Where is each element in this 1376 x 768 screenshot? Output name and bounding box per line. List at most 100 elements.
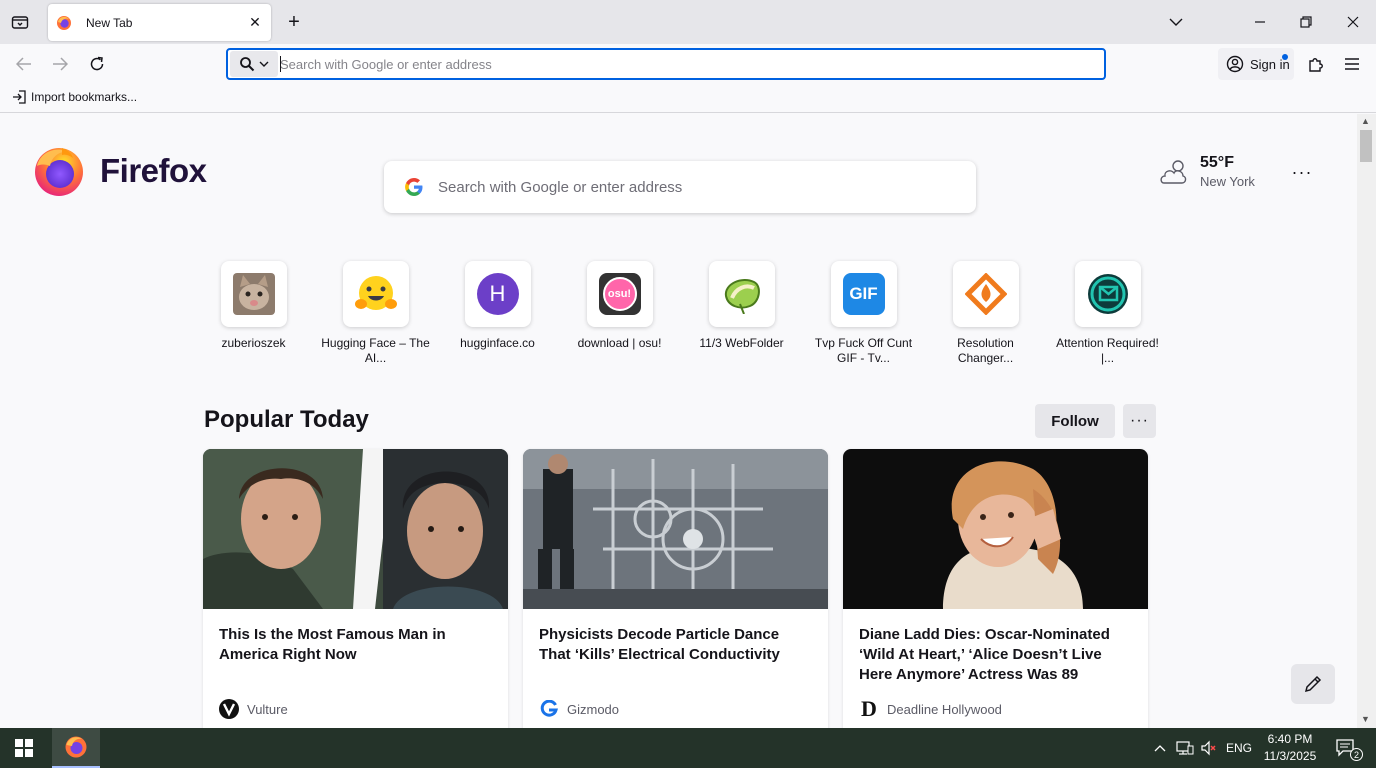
top-site-tile[interactable]: Attention Required! |... — [1047, 261, 1168, 366]
story-card[interactable]: This Is the Most Famous Man in America R… — [203, 449, 508, 728]
story-source: Gizmodo — [539, 699, 619, 719]
firefox-logo: Firefox — [32, 144, 207, 198]
windows-start-icon[interactable] — [0, 728, 48, 768]
page-scrollbar[interactable]: ▲ ▼ — [1357, 114, 1376, 728]
cloudy-weather-icon — [1160, 159, 1187, 184]
resolution-changer-icon — [952, 261, 1019, 327]
top-site-tile[interactable]: zuberioszek — [193, 261, 314, 351]
chevron-down-icon — [259, 61, 269, 67]
new-tab-plus-icon[interactable]: + — [282, 10, 306, 34]
import-bookmarks-button[interactable]: Import bookmarks... — [12, 90, 137, 104]
top-site-label: Resolution Changer... — [957, 336, 1014, 365]
import-icon — [13, 90, 26, 104]
close-window-icon[interactable] — [1339, 8, 1367, 36]
gif-badge: GIF — [842, 273, 885, 315]
input-language[interactable]: ENG — [1222, 728, 1256, 768]
story-card[interactable]: Physicists Decode Particle Dance That ‘K… — [523, 449, 828, 728]
newtab-search-box[interactable]: Search with Google or enter address — [384, 161, 976, 213]
clock-date: 11/3/2025 — [1263, 749, 1317, 763]
close-tab-icon[interactable]: ✕ — [247, 14, 263, 30]
top-site-label: 11/3 WebFolder — [699, 336, 784, 350]
extensions-puzzle-icon[interactable] — [1304, 52, 1328, 76]
show-hidden-icons-chevron-icon[interactable] — [1150, 728, 1170, 768]
deadline-logo-icon: D — [861, 696, 877, 721]
story-headline: Physicists Decode Particle Dance That ‘K… — [539, 626, 780, 663]
top-site-tile[interactable]: osu! download | osu! — [559, 261, 680, 351]
section-more-options-icon[interactable]: ··· — [1123, 404, 1156, 438]
top-site-label: hugginface.co — [460, 336, 535, 350]
tab-title: New Tab — [86, 15, 133, 30]
kiwi-icon — [708, 261, 775, 327]
address-bar[interactable] — [226, 48, 1106, 80]
notification-count-badge: 2 — [1350, 748, 1363, 761]
cat-photo-icon — [220, 261, 287, 327]
system-clock[interactable]: 6:40 PM 11/3/2025 — [1256, 731, 1324, 765]
top-site-tile[interactable]: Resolution Changer... — [925, 261, 1046, 366]
weather-more-options-icon[interactable]: ··· — [1288, 160, 1316, 184]
hugging-face-icon — [342, 261, 409, 327]
top-site-tile[interactable]: Hugging Face – The AI... — [315, 261, 436, 366]
navigation-toolbar: Sign in — [0, 44, 1376, 84]
scroll-up-arrow-icon[interactable]: ▲ — [1361, 116, 1370, 126]
top-site-label: Hugging Face – The AI... — [321, 336, 430, 365]
story-headline: Diane Ladd Dies: Oscar-Nominated ‘Wild A… — [859, 626, 1110, 683]
clock-time: 6:40 PM — [1267, 732, 1313, 746]
story-source: Vulture — [219, 699, 288, 719]
address-input[interactable] — [280, 52, 1080, 76]
hamburger-menu-icon[interactable] — [1340, 52, 1364, 76]
follow-button[interactable]: Follow — [1035, 404, 1115, 438]
search-engine-selector[interactable] — [230, 51, 278, 77]
back-arrow-icon[interactable] — [12, 52, 36, 76]
top-site-tile[interactable]: H hugginface.co — [437, 261, 558, 351]
vulture-logo-icon — [219, 699, 239, 719]
story-card[interactable]: Diane Ladd Dies: Oscar-Nominated ‘Wild A… — [843, 449, 1148, 728]
customize-pencil-icon[interactable] — [1291, 664, 1335, 704]
gif-icon: GIF — [830, 261, 897, 327]
story-image — [203, 449, 508, 609]
osu-icon: osu! — [586, 261, 653, 327]
tab-new-tab[interactable]: New Tab ✕ — [48, 4, 271, 41]
weather-temperature: 55°F — [1200, 154, 1234, 171]
firefox-icon — [57, 15, 71, 30]
scroll-down-arrow-icon[interactable]: ▼ — [1361, 714, 1370, 724]
letter-h-icon: H — [464, 261, 531, 327]
top-site-label: download | osu! — [577, 336, 662, 350]
text-caret — [280, 56, 281, 72]
tab-strip: New Tab ✕ + — [0, 0, 1376, 44]
account-icon — [1226, 55, 1244, 73]
new-tab-page: Firefox Search with Google or enter addr… — [0, 114, 1357, 728]
top-sites: zuberioszek Hugging Face – The AI... H h… — [193, 261, 1163, 371]
list-all-tabs-icon[interactable] — [8, 10, 32, 34]
story-source-name: Vulture — [247, 701, 288, 717]
sign-in-button[interactable]: Sign in — [1218, 48, 1294, 80]
taskbar-firefox-icon[interactable] — [52, 728, 100, 768]
top-site-label: Tvp Fuck Off Cunt GIF - Tv... — [814, 336, 913, 365]
top-site-label: zuberioszek — [221, 336, 286, 350]
newtab-search-placeholder: Search with Google or enter address — [438, 178, 683, 196]
story-headline: This Is the Most Famous Man in America R… — [219, 626, 446, 663]
weather-widget[interactable]: 55°F New York — [1156, 154, 1255, 189]
top-site-tile[interactable]: GIF Tvp Fuck Off Cunt GIF - Tv... — [803, 261, 924, 366]
story-source-name: Deadline Hollywood — [887, 701, 1002, 717]
top-site-tile[interactable]: 11/3 WebFolder — [681, 261, 802, 351]
firefox-logo-icon — [35, 148, 83, 196]
firefox-wordmark: Firefox — [100, 152, 207, 189]
gizmodo-logo-icon — [539, 699, 559, 719]
tab-overflow-chevron-icon[interactable] — [1162, 8, 1190, 36]
forward-arrow-icon[interactable] — [48, 52, 72, 76]
notification-dot — [1282, 54, 1288, 60]
minimize-icon[interactable] — [1246, 8, 1274, 36]
scrollbar-thumb[interactable] — [1360, 130, 1372, 162]
top-site-label: Attention Required! |... — [1056, 336, 1159, 365]
network-icon[interactable] — [1174, 728, 1196, 768]
reload-icon[interactable] — [85, 52, 109, 76]
volume-muted-icon[interactable] — [1198, 728, 1220, 768]
story-image — [843, 449, 1148, 609]
restore-icon[interactable] — [1292, 8, 1320, 36]
action-center-icon[interactable]: 2 — [1330, 728, 1363, 768]
search-icon — [240, 57, 255, 72]
section-title: Popular Today — [204, 406, 369, 433]
email-icon — [1074, 261, 1141, 327]
story-source: D Deadline Hollywood — [859, 696, 1002, 721]
bookmarks-toolbar: Import bookmarks... — [0, 84, 1376, 113]
